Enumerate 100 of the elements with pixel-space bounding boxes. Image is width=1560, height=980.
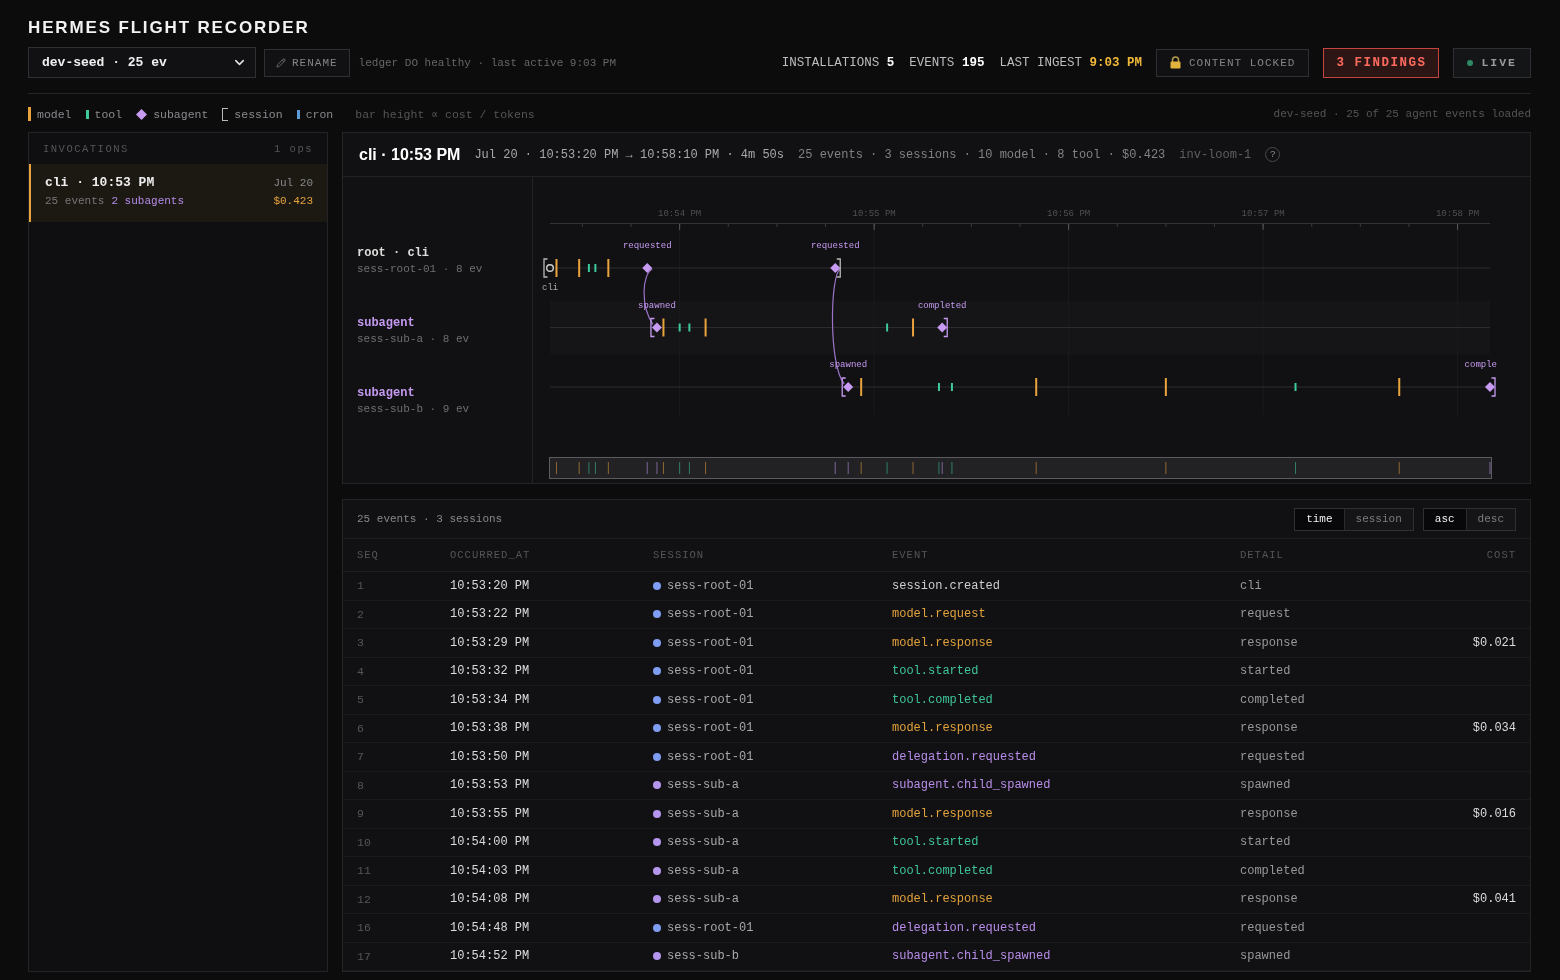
- session-cell: sess-root-01: [667, 635, 754, 650]
- sort-toggle[interactable]: asc: [1423, 508, 1466, 530]
- lane-title: subagent: [357, 315, 415, 331]
- event-cell: delegation.requested: [892, 920, 1037, 935]
- time-cell: 10:54:00 PM: [450, 835, 530, 850]
- event-cell: subagent.child_spawned: [892, 778, 1051, 793]
- lock-icon: [1169, 56, 1181, 69]
- sort-toggle[interactable]: desc: [1465, 508, 1515, 530]
- invocation-title: cli · 10:53 PM: [45, 175, 155, 190]
- seq-cell: 6: [357, 721, 364, 735]
- seq-cell: 17: [357, 949, 371, 963]
- lane-session-label: sess-sub-a · 8 ev: [357, 332, 470, 347]
- legend-label: cron: [305, 107, 334, 121]
- axis-tick-label: 10:56 PM: [1047, 209, 1091, 219]
- header-stat: EVENTS 195: [909, 55, 985, 70]
- detail-cell: requested: [1240, 749, 1305, 764]
- detail-cell: started: [1240, 835, 1291, 850]
- time-cell: 10:53:38 PM: [450, 721, 530, 736]
- event-cell: model.response: [892, 806, 993, 821]
- lane-title: root · cli: [357, 245, 429, 261]
- session-cell: sess-root-01: [667, 749, 754, 764]
- session-start-ring: [546, 264, 554, 272]
- session-cell: sess-root-01: [667, 721, 754, 736]
- time-cell: 10:53:34 PM: [450, 692, 530, 707]
- timeline-minimap[interactable]: [549, 457, 1492, 479]
- seq-cell: 2: [357, 607, 364, 621]
- axis-tick-label: 10:55 PM: [852, 209, 896, 219]
- tool-event-tick: [950, 383, 953, 391]
- time-cell: 10:54:03 PM: [450, 863, 530, 878]
- tool-event-tick: [1294, 383, 1297, 391]
- header-stat: LAST INGEST 9:03 PM: [999, 55, 1142, 70]
- invocation-subagents: 2 subagents: [111, 195, 185, 207]
- seq-cell: 3: [357, 636, 364, 650]
- lane-title: subagent: [357, 385, 415, 401]
- seq-cell: 12: [357, 892, 371, 906]
- detail-cell: requested: [1240, 920, 1305, 935]
- axis-tick-label: 10:57 PM: [1241, 209, 1285, 219]
- lane-session-label: sess-sub-b · 9 ev: [357, 402, 470, 417]
- event-cell: model.response: [892, 635, 993, 650]
- load-summary: dev-seed · 25 of 25 agent events loaded: [1273, 108, 1531, 120]
- event-cell: model.request: [892, 607, 986, 622]
- session-cell: sess-sub-a: [667, 835, 739, 850]
- legend-label: subagent: [153, 107, 209, 121]
- session-cell: sess-root-01: [667, 578, 754, 593]
- event-annotation: completed: [917, 300, 967, 311]
- event-annotation: cli: [542, 283, 559, 293]
- cost-cell: $0.034: [1472, 721, 1516, 736]
- session-end-bracket: [1490, 377, 1496, 397]
- session-cell: sess-root-01: [667, 607, 754, 622]
- group-toggle[interactable]: time: [1295, 508, 1344, 530]
- time-cell: 10:53:53 PM: [450, 778, 530, 793]
- group-toggle[interactable]: session: [1343, 508, 1413, 530]
- invocation-id: inv-loom-1: [1179, 147, 1252, 162]
- seq-cell: 5: [357, 693, 364, 707]
- invocation-item[interactable]: cli · 10:53 PM Jul 20 25 events 2 subagents $0.423: [29, 164, 327, 222]
- invocation-cost: $0.423: [273, 195, 313, 207]
- detail-cell: completed: [1240, 863, 1305, 878]
- session-end-bracket: [943, 317, 948, 338]
- session-start-bracket: [543, 258, 549, 278]
- event-cell: tool.started: [892, 835, 979, 850]
- content-locked-button[interactable]: CONTENT LOCKED: [1155, 48, 1310, 77]
- session-cell: sess-root-01: [667, 664, 754, 679]
- event-cell: subagent.child_spawned: [892, 949, 1051, 964]
- session-cell: sess-sub-b: [667, 949, 739, 964]
- event-annotation: requested: [622, 241, 672, 251]
- sidebar-title: INVOCATIONS: [43, 142, 129, 155]
- lane-session-label: sess-root-01 · 8 ev: [357, 262, 483, 277]
- detail-cell: request: [1240, 607, 1291, 622]
- invocation-heading: cli · 10:53 PM: [359, 145, 461, 164]
- session-cell: sess-sub-a: [667, 778, 739, 793]
- rename-button[interactable]: RENAME: [264, 48, 350, 77]
- tool-event-tick: [678, 323, 681, 332]
- cost-cell: $0.041: [1472, 892, 1516, 907]
- event-cell: tool.started: [892, 664, 979, 679]
- time-cell: 10:53:22 PM: [450, 607, 530, 622]
- event-cell: session.created: [892, 578, 1001, 593]
- session-start-bracket: [841, 377, 847, 397]
- detail-cell: spawned: [1240, 778, 1291, 793]
- detail-cell: completed: [1240, 692, 1305, 707]
- live-button[interactable]: LIVE: [1453, 47, 1531, 78]
- session-end-bracket: [836, 258, 841, 278]
- detail-cell: cli: [1240, 578, 1262, 593]
- detail-cell: spawned: [1240, 949, 1291, 964]
- invocation-stats: 25 events · 3 sessions · 10 model · 8 tool · $0.423: [798, 147, 1166, 162]
- detail-cell: response: [1240, 892, 1298, 907]
- ledger-select[interactable]: dev-seed · 25 ev: [28, 47, 256, 78]
- model-event-bar: [1398, 378, 1401, 396]
- time-cell: 10:54:48 PM: [450, 920, 530, 935]
- tool-event-tick: [688, 323, 691, 332]
- seq-cell: 16: [357, 921, 371, 935]
- time-cell: 10:53:32 PM: [450, 664, 530, 679]
- seq-cell: 11: [357, 864, 371, 878]
- header-stat: INSTALLATIONS 5: [781, 55, 895, 70]
- legend-note: bar height ∝ cost / tokens: [355, 107, 535, 121]
- findings-button[interactable]: 3 FINDINGS: [1323, 47, 1440, 78]
- time-cell: 10:53:29 PM: [450, 635, 530, 650]
- tool-event-tick: [587, 264, 590, 272]
- time-cell: 10:54:52 PM: [450, 949, 530, 964]
- table-summary: 25 events · 3 sessions: [357, 513, 503, 525]
- seq-cell: 1: [357, 579, 364, 593]
